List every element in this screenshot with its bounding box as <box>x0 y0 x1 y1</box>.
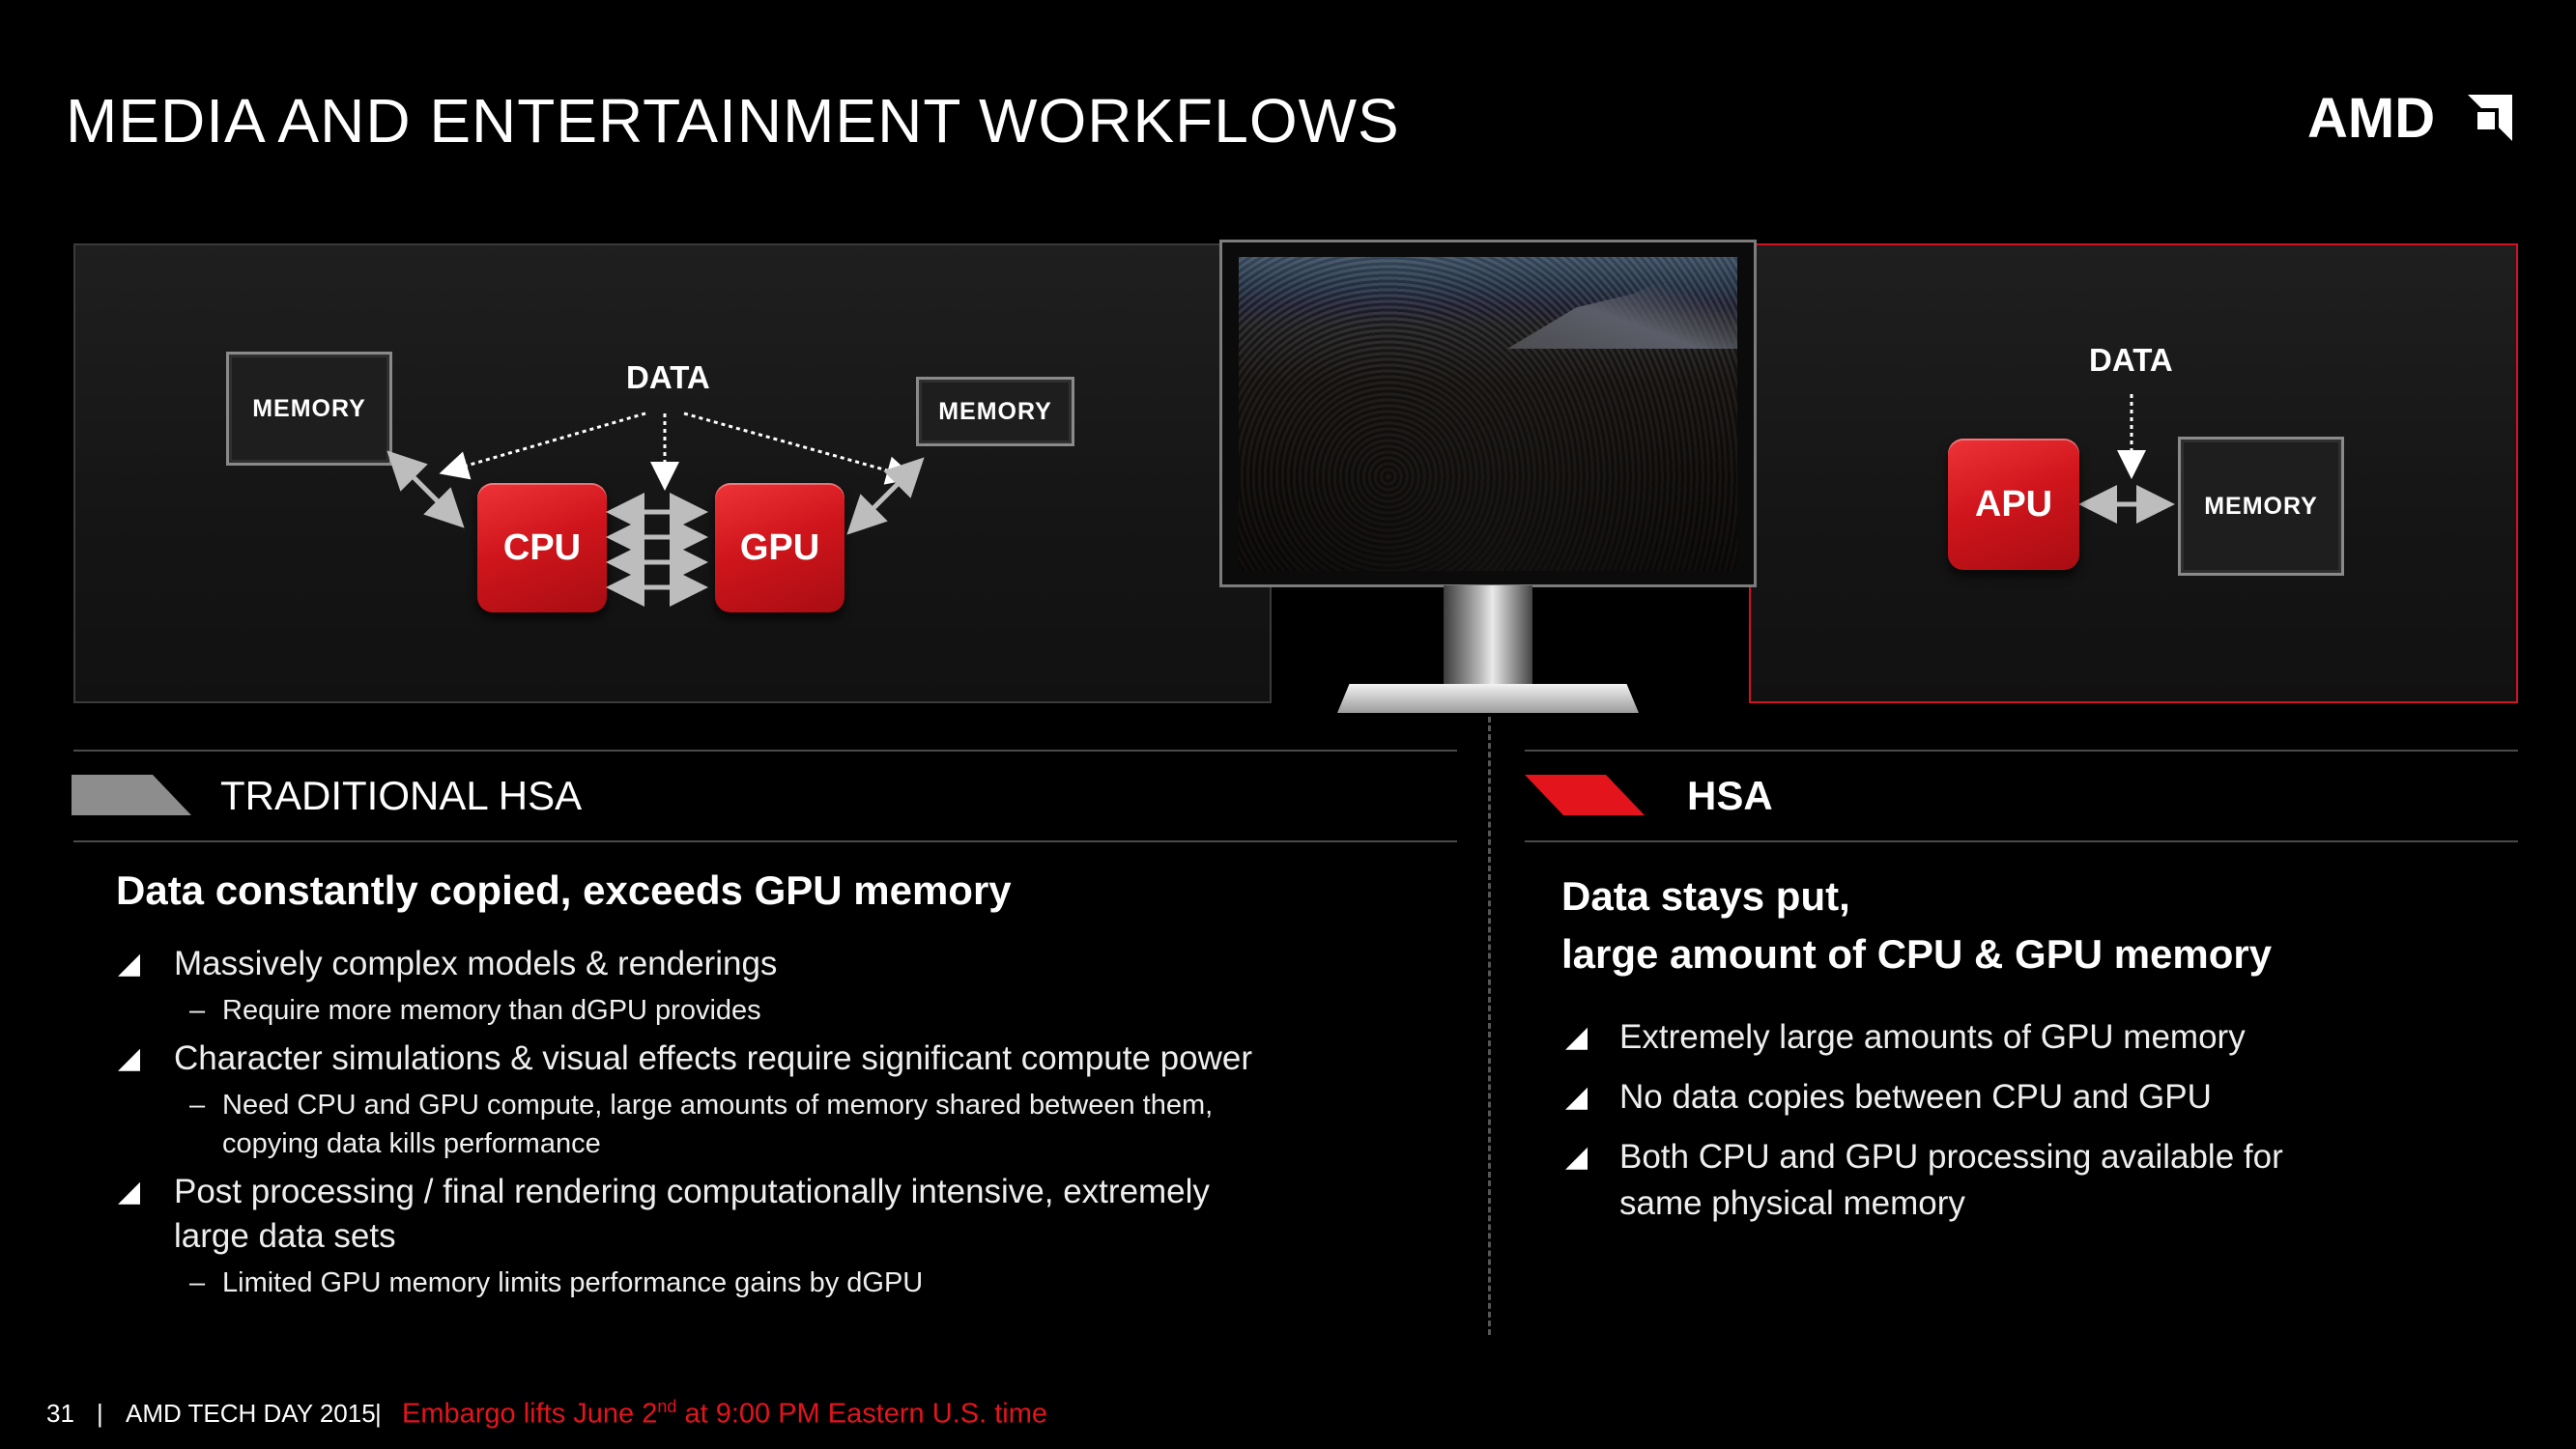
right-headline-1: Data stays put, <box>1561 873 1850 919</box>
bullet-triangle-icon: ◢ <box>1565 1021 1589 1053</box>
left-bullet-1: Massively complex models & renderings <box>174 945 778 982</box>
left-bullet-2: Character simulations & visual effects r… <box>174 1039 1252 1077</box>
left-bullet-3: Post processing / final rendering comput… <box>174 1173 1210 1210</box>
section-label-hsa: HSA <box>1687 773 1773 818</box>
footer-embargo: Embargo lifts June 2nd at 9:00 PM Easter… <box>402 1397 1047 1430</box>
bullet-triangle-icon: ◢ <box>118 1176 141 1208</box>
memory-cpu-arrow <box>386 450 465 528</box>
left-sub-dash: – <box>189 1267 206 1298</box>
footer-sep-1: | <box>97 1399 103 1428</box>
left-bullet-3-cont: large data sets <box>174 1217 396 1255</box>
data-arrow-to-memory-right <box>683 412 916 485</box>
left-section-rule-top <box>73 750 1457 752</box>
section-red-parallelogram-icon <box>1525 775 1645 815</box>
memory-box-hsa: MEMORY <box>2178 437 2344 576</box>
left-sub-3-1: Limited GPU memory limits performance ga… <box>222 1267 924 1298</box>
monitor-stand-foot <box>1337 684 1639 713</box>
data-arrow-to-memory-left <box>439 412 646 480</box>
right-bullet-3: Both CPU and GPU processing available fo… <box>1619 1138 2283 1176</box>
bullet-triangle-icon: ◢ <box>1565 1141 1589 1173</box>
right-bullet-1: Extremely large amounts of GPU memory <box>1619 1018 2246 1056</box>
right-section-rule-top <box>1525 750 2518 752</box>
right-bullet-3-cont: same physical memory <box>1619 1184 1965 1222</box>
section-divider <box>1488 717 1491 1335</box>
left-headline: Data constantly copied, exceeds GPU memo… <box>116 867 1012 913</box>
data-label-right: DATA <box>2089 342 2173 378</box>
section-label-traditional-hsa: TRADITIONAL HSA <box>220 773 583 818</box>
section-gray-parallelogram-icon <box>72 775 191 815</box>
bullet-triangle-icon: ◢ <box>1565 1081 1589 1113</box>
left-sub-1-1: Require more memory than dGPU provides <box>222 995 761 1026</box>
right-section-rule-bottom <box>1525 840 2518 842</box>
left-sub-dash: – <box>189 995 206 1026</box>
left-sub-2-2: copying data kills performance <box>222 1128 601 1159</box>
footer-event: AMD TECH DAY 2015 <box>126 1399 376 1428</box>
monitor-stand-neck <box>1444 585 1532 692</box>
left-sub-2-1: Need CPU and GPU compute, large amounts … <box>222 1090 1214 1121</box>
left-sub-dash: – <box>189 1090 206 1121</box>
bullet-triangle-icon: ◢ <box>118 948 141 980</box>
right-headline-2: large amount of CPU & GPU memory <box>1561 931 2273 977</box>
bullet-triangle-icon: ◢ <box>118 1042 141 1074</box>
apu-chip: APU <box>1948 439 2079 570</box>
footer-sep-2: | <box>375 1399 382 1428</box>
left-section-rule-bottom <box>73 840 1457 842</box>
gpu-memory-arrow <box>846 457 925 535</box>
cpu-gpu-copy-arrows <box>606 493 708 607</box>
page-number: 31 <box>46 1399 74 1428</box>
right-bullet-2: No data copies between CPU and GPU <box>1619 1078 2212 1116</box>
